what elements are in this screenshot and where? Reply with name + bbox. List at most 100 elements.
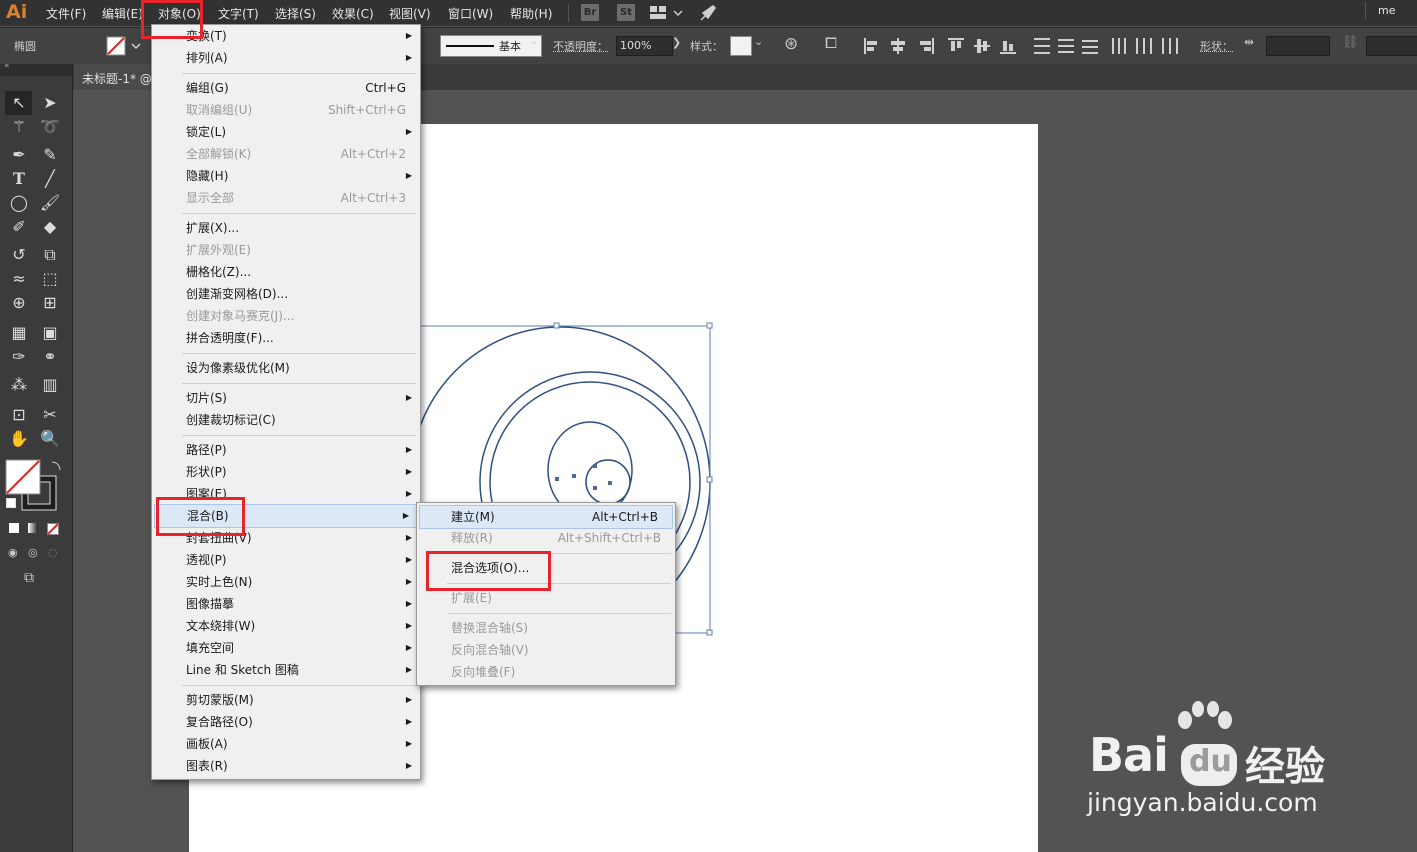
color-mode-icon[interactable] [9, 523, 19, 533]
menu-item-show-all[interactable]: 显示全部 Alt+Ctrl+3 [152, 187, 420, 209]
menu-item-shape[interactable]: 形状(P) ▶ [152, 461, 420, 483]
width-input[interactable] [1266, 36, 1330, 56]
stock-icon[interactable]: St [617, 4, 635, 21]
default-colors-icon[interactable] [6, 498, 16, 508]
submenu-item-reverse-spine[interactable]: 反向混合轴(V) [417, 639, 675, 661]
artboard-tool-icon[interactable]: ⊡ [7, 403, 31, 427]
menu-item-perspective[interactable]: 透视(P) ▶ [152, 549, 420, 571]
bridge-icon[interactable]: Br [581, 4, 599, 21]
menu-item-lock[interactable]: 锁定(L) ▶ [152, 121, 420, 143]
menu-item-hide[interactable]: 隐藏(H) ▶ [152, 165, 420, 187]
direct-selection-tool-icon[interactable]: ➤ [38, 91, 62, 115]
collapse-panel-icon[interactable]: « [4, 61, 10, 71]
zoom-tool-icon[interactable]: 🔍 [38, 427, 62, 451]
graphic-style-swatch[interactable] [730, 36, 752, 56]
submenu-item-release[interactable]: 释放(R) Alt+Shift+Ctrl+B [417, 527, 675, 549]
chevron-down-icon[interactable]: ⌄ [530, 36, 538, 47]
menu-item-arrange[interactable]: 排列(A) ▶ [152, 47, 420, 69]
transform-icon[interactable]: ⧠ [825, 34, 837, 52]
recolor-artwork-icon[interactable]: ⊛ [784, 34, 798, 54]
line-tool-icon[interactable]: ╱ [38, 167, 62, 191]
align-buttons[interactable] [862, 36, 1186, 56]
opacity-input[interactable]: 100% [616, 36, 673, 56]
pen-tool-icon[interactable]: ✒ [7, 143, 31, 167]
menu-item-fill-space[interactable]: 填充空间 ▶ [152, 637, 420, 659]
rotate-tool-icon[interactable]: ↺ [7, 243, 31, 267]
gradient-tool-icon[interactable]: ▣ [38, 321, 62, 345]
screen-mode-icon[interactable]: ⧉ [24, 570, 34, 586]
menu-item-ungroup[interactable]: 取消编组(U) Shift+Ctrl+G [152, 99, 420, 121]
user-label[interactable]: me [1378, 4, 1395, 17]
submenu-item-replace-spine[interactable]: 替换混合轴(S) [417, 617, 675, 639]
type-tool-icon[interactable]: T [7, 167, 31, 191]
chevron-down-icon[interactable]: ⌄ [754, 35, 763, 48]
height-input[interactable] [1366, 36, 1417, 56]
gpu-rocket-icon[interactable] [699, 4, 717, 22]
menu-item-pixel-optimize[interactable]: 设为像素级优化(M) [152, 357, 420, 379]
opacity-arrow-icon[interactable]: ❯ [672, 36, 681, 49]
menu-item-slice[interactable]: 切片(S) ▶ [152, 387, 420, 409]
menu-item-text-wrap[interactable]: 文本绕排(W) ▶ [152, 615, 420, 637]
object-menu: 变换(T) ▶ 排列(A) ▶ 编组(G) Ctrl+G 取消编组(U) Shift+C… [151, 24, 421, 780]
draw-inside-icon[interactable]: ◌ [48, 546, 58, 559]
menu-item-live-paint[interactable]: 实时上色(N) ▶ [152, 571, 420, 593]
selection-tool-icon[interactable]: ↖ [7, 91, 31, 115]
menu-item-path[interactable]: 路径(P) ▶ [152, 439, 420, 461]
menu-help[interactable]: 帮助(H) [510, 5, 552, 22]
menu-select[interactable]: 选择(S) [275, 5, 316, 22]
menu-item-image-trace[interactable]: 图像描摹 ▶ [152, 593, 420, 615]
menu-item-expand-appearance[interactable]: 扩展外观(E) [152, 239, 420, 261]
perspective-grid-tool-icon[interactable]: ⊞ [38, 291, 62, 315]
menu-window[interactable]: 窗口(W) [448, 5, 493, 22]
menu-item-unlock-all[interactable]: 全部解锁(K) Alt+Ctrl+2 [152, 143, 420, 165]
free-transform-tool-icon[interactable]: ⬚ [38, 267, 62, 291]
menu-type[interactable]: 文字(T) [218, 5, 259, 22]
menu-item-artboards[interactable]: 画板(A) ▶ [152, 733, 420, 755]
eyedropper-tool-icon[interactable]: ✑ [7, 345, 31, 369]
eraser-tool-icon[interactable]: ◆ [38, 215, 62, 239]
shape-properties-label[interactable]: 形状： [1200, 38, 1233, 54]
width-tool-icon[interactable]: ≈ [7, 267, 31, 291]
workspace-layout-icon[interactable] [650, 6, 684, 20]
menu-file[interactable]: 文件(F) [46, 5, 86, 22]
shaper-tool-icon[interactable]: ✐ [7, 215, 31, 239]
menu-view[interactable]: 视图(V) [389, 5, 431, 22]
menu-item-object-mosaic[interactable]: 创建对象马赛克(J)... [152, 305, 420, 327]
divider [1365, 2, 1366, 20]
menu-item-clipping-mask[interactable]: 剪切蒙版(M) ▶ [152, 689, 420, 711]
menu-item-group[interactable]: 编组(G) Ctrl+G [152, 77, 420, 99]
draw-normal-icon[interactable]: ◉ [8, 546, 18, 559]
menu-item-graph[interactable]: 图表(R) ▶ [152, 755, 420, 777]
menu-item-compound-path[interactable]: 复合路径(O) ▶ [152, 711, 420, 733]
submenu-item-reverse-front-to-back[interactable]: 反向堆叠(F) [417, 661, 675, 683]
submenu-item-make[interactable]: 建立(M) Alt+Ctrl+B [419, 505, 673, 529]
menu-item-flatten-transparency[interactable]: 拼合透明度(F)... [152, 327, 420, 349]
menu-item-expand[interactable]: 扩展(X)... [152, 217, 420, 239]
menu-edit[interactable]: 编辑(E) [102, 5, 143, 22]
lasso-tool-icon[interactable]: ➰ [38, 115, 62, 139]
scale-tool-icon[interactable]: ⧉ [38, 243, 62, 267]
graph-tool-icon[interactable]: ▥ [38, 373, 62, 397]
menu-item-trim-marks[interactable]: 创建裁切标记(C) [152, 409, 420, 431]
menu-item-gradient-mesh[interactable]: 创建渐变网格(D)... [152, 283, 420, 305]
curvature-tool-icon[interactable]: ✎ [38, 143, 62, 167]
paintbrush-tool-icon[interactable]: 🖌 [38, 191, 62, 215]
menu-effect[interactable]: 效果(C) [332, 5, 374, 22]
blend-tool-icon[interactable]: ⚭ [38, 345, 62, 369]
ellipse-tool-icon[interactable]: ◯ [7, 191, 31, 215]
menu-item-rasterize[interactable]: 栅格化(Z)... [152, 261, 420, 283]
gradient-mode-icon[interactable] [28, 523, 38, 533]
mesh-tool-icon[interactable]: ▦ [7, 321, 31, 345]
none-mode-icon[interactable] [47, 523, 59, 535]
slice-tool-icon[interactable]: ✂ [38, 403, 62, 427]
shape-builder-tool-icon[interactable]: ⊕ [7, 291, 31, 315]
stroke-profile-field[interactable]: 基本 [440, 35, 542, 57]
opacity-label[interactable]: 不透明度： [553, 38, 608, 54]
hand-tool-icon[interactable]: ✋ [7, 427, 31, 451]
magic-wand-tool-icon[interactable]: ⚚ [7, 115, 31, 139]
symbol-sprayer-tool-icon[interactable]: ⁂ [7, 373, 31, 397]
fill-swatch-dropdown[interactable] [106, 36, 146, 56]
constrain-link-icon[interactable]: ⛓ [1342, 35, 1359, 50]
menu-item-line-sketch[interactable]: Line 和 Sketch 图稿 ▶ [152, 659, 420, 681]
draw-behind-icon[interactable]: ◎ [28, 546, 38, 559]
